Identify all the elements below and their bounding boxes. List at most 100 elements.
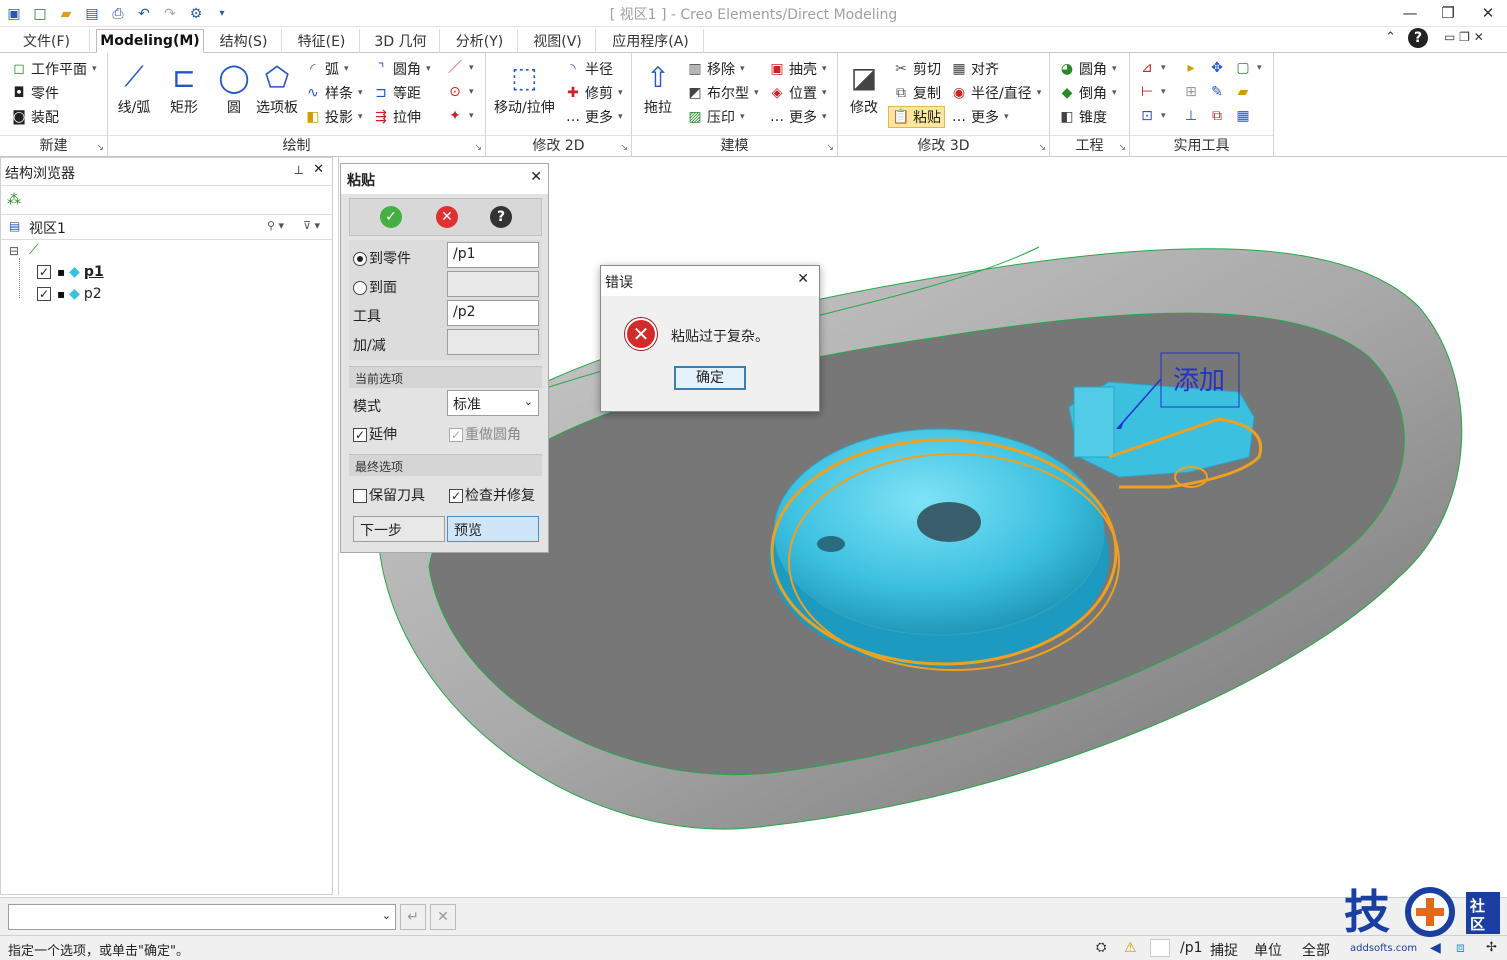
imprint-button[interactable]: ▨ 压印 ▾ <box>686 107 744 127</box>
fit-view-icon[interactable]: ⧈ <box>1456 940 1465 956</box>
units-button[interactable]: 单位 <box>1254 940 1282 960</box>
assembly-button[interactable]: ◙ 装配 <box>10 107 59 127</box>
shell-button[interactable]: ▣ 抽壳 ▾ <box>768 59 826 79</box>
binoculars-icon[interactable]: ⚲ ▾ <box>267 219 284 232</box>
offset-button[interactable]: ⊐ 等距 <box>372 83 421 103</box>
tree-item-p2[interactable]: ✓ ▪ ◆ p2 <box>37 286 102 302</box>
utility-table-button[interactable]: ▦ <box>1234 107 1252 125</box>
visibility-checkbox[interactable]: ✓ <box>37 287 51 301</box>
remove-button[interactable]: ▥ 移除 ▾ <box>686 59 744 79</box>
cut-button[interactable]: ✂ 剪切 <box>892 59 941 79</box>
more-modeling-button[interactable]: … 更多 ▾ <box>768 107 827 127</box>
group-launcher-icon[interactable]: ↘ <box>474 143 482 153</box>
tree-view-icon[interactable]: ⁂ <box>7 192 21 208</box>
project-button[interactable]: ◧ 投影 ▾ <box>304 107 362 127</box>
selection-filter-icon[interactable]: ⛭ <box>1096 940 1106 955</box>
ribbon-collapse-icon[interactable]: ⌃ <box>1385 30 1396 45</box>
group-launcher-icon[interactable]: ↘ <box>1038 143 1046 153</box>
trim-button[interactable]: ✚ 修剪 ▾ <box>564 83 622 103</box>
group-launcher-icon[interactable]: ↘ <box>620 143 628 153</box>
group-launcher-icon[interactable]: ↘ <box>96 143 104 153</box>
utility-folder-button[interactable]: ▰ <box>1234 83 1252 101</box>
close-panel-icon[interactable]: ✕ <box>530 169 542 185</box>
more-2d-button[interactable]: … 更多 ▾ <box>564 107 623 127</box>
arc-button[interactable]: ◜ 弧 ▾ <box>304 59 348 79</box>
help-icon[interactable]: ? <box>1408 28 1428 48</box>
utility-annotate-button[interactable]: ✎ <box>1208 83 1226 101</box>
to-part-option[interactable]: 到零件 <box>353 248 411 268</box>
help-panel-icon[interactable]: ? <box>490 206 512 228</box>
circle-button[interactable]: ◯ 圆 <box>216 57 252 117</box>
to-part-field[interactable]: /p1 <box>447 242 539 268</box>
preview-button[interactable]: 预览 <box>447 516 539 542</box>
close-dialog-icon[interactable]: ✕ <box>797 271 809 287</box>
close-browser-icon[interactable]: ✕ <box>313 162 324 177</box>
chamfer-button[interactable]: ◆ 倒角 ▾ <box>1058 83 1117 103</box>
keep-tool-checkbox[interactable]: 保留刀具 <box>353 485 425 505</box>
tab-view[interactable]: 视图(V) <box>520 29 596 53</box>
clear-icon[interactable]: ✕ <box>430 904 456 930</box>
palette-button[interactable]: ⬠ 选项板 <box>256 57 298 117</box>
modify-3d-button[interactable]: ◪ 修改 <box>846 57 882 117</box>
paste-button[interactable]: 📋 粘贴 <box>888 106 945 128</box>
close-icon[interactable]: ✕ <box>1468 2 1507 24</box>
tab-modeling[interactable]: Modeling(M) <box>96 29 204 53</box>
rectangle-button[interactable]: ⊏ 矩形 <box>166 57 202 117</box>
tab-file[interactable]: 文件(F) <box>4 29 90 53</box>
pin-icon[interactable]: ⊥ <box>294 163 304 177</box>
line-arc-button[interactable]: ⟋ 线/弧 <box>116 57 152 117</box>
all-button[interactable]: 全部 <box>1302 940 1330 960</box>
enter-icon[interactable]: ↵ <box>400 904 426 930</box>
copy-button[interactable]: ⧉ 复制 <box>892 83 941 103</box>
warning-icon[interactable]: ⚠ <box>1124 940 1137 956</box>
tree-item-p1[interactable]: ✓ ▪ ◆ p1 <box>37 264 104 280</box>
to-face-option[interactable]: 到面 <box>353 277 397 297</box>
utility-dimension-button[interactable]: ⊢ ▾ <box>1138 83 1166 101</box>
part-button[interactable]: ◘ 零件 <box>10 83 59 103</box>
add-subtract-field[interactable] <box>447 329 539 355</box>
utility-layout-button[interactable]: ⊡ ▾ <box>1138 107 1165 125</box>
taper-button[interactable]: ◧ 锥度 <box>1058 107 1107 127</box>
fillet-3d-button[interactable]: ◕ 圆角 ▾ <box>1058 59 1117 79</box>
group-launcher-icon[interactable]: ↘ <box>1118 143 1126 153</box>
restore-icon[interactable]: ❐ <box>1428 2 1468 24</box>
nav-left-icon[interactable]: ◀ <box>1430 940 1441 956</box>
snap-button[interactable]: 捕捉 <box>1210 940 1238 960</box>
utility-frame-button[interactable]: ▢ ▾ <box>1234 59 1261 77</box>
extend-checkbox[interactable]: ✓ 延伸 <box>353 424 397 444</box>
current-part[interactable]: /p1 <box>1180 940 1203 956</box>
pull-button[interactable]: ⇧ 拖拉 <box>640 57 676 117</box>
tab-3d-geometry[interactable]: 3D 几何 <box>362 29 440 53</box>
tool-field[interactable]: /p2 <box>447 300 539 326</box>
next-button[interactable]: 下一步 <box>353 516 445 542</box>
stretch-button[interactable]: ⇶ 拉伸 <box>372 107 421 127</box>
confirm-icon[interactable]: ✓ <box>380 206 402 228</box>
utility-select-button[interactable]: ▸ <box>1182 59 1200 77</box>
tab-structure[interactable]: 结构(S) <box>206 29 282 53</box>
fillet-2d-button[interactable]: ⌝ 圆角 ▾ <box>372 59 431 79</box>
redo-fillet-checkbox[interactable]: ✓ 重做圆角 <box>449 424 521 444</box>
utility-clipboard-button[interactable]: ⧉ <box>1208 107 1226 125</box>
radius-2d-button[interactable]: ◝ 半径 <box>564 59 613 79</box>
position-button[interactable]: ◈ 位置 ▾ <box>768 83 827 103</box>
workplane-button[interactable]: ◻ 工作平面 ▾ <box>10 59 96 79</box>
radio-button[interactable] <box>353 252 367 266</box>
center-tool-button[interactable]: ⊙ ▾ <box>446 83 473 101</box>
point-tool-button[interactable]: ✦ ▾ <box>446 107 473 125</box>
tab-features[interactable]: 特征(E) <box>284 29 360 53</box>
utility-axis-button[interactable]: ⊥ <box>1182 107 1200 125</box>
spline-button[interactable]: ∿ 样条 ▾ <box>304 83 362 103</box>
check-repair-checkbox[interactable]: ✓ 检查并修复 <box>449 485 535 505</box>
line-tool-button[interactable]: ／ ▾ <box>446 59 474 77</box>
ok-button[interactable]: 确定 <box>674 366 746 390</box>
visibility-checkbox[interactable]: ✓ <box>37 265 51 279</box>
align-button[interactable]: ▦ 对齐 <box>950 59 999 79</box>
radius-diameter-button[interactable]: ◉ 半径/直径 ▾ <box>950 83 1041 103</box>
chevron-down-icon[interactable]: ⌄ <box>382 909 391 922</box>
utility-grid-button[interactable]: ⊞ <box>1182 83 1200 101</box>
boolean-button[interactable]: ◩ 布尔型 ▾ <box>686 83 758 103</box>
mode-select[interactable]: 标准 ⌄ <box>447 390 539 416</box>
radio-button[interactable] <box>353 281 367 295</box>
more-3d-button[interactable]: … 更多 ▾ <box>950 107 1009 127</box>
minimize-icon[interactable]: — <box>1390 2 1430 24</box>
